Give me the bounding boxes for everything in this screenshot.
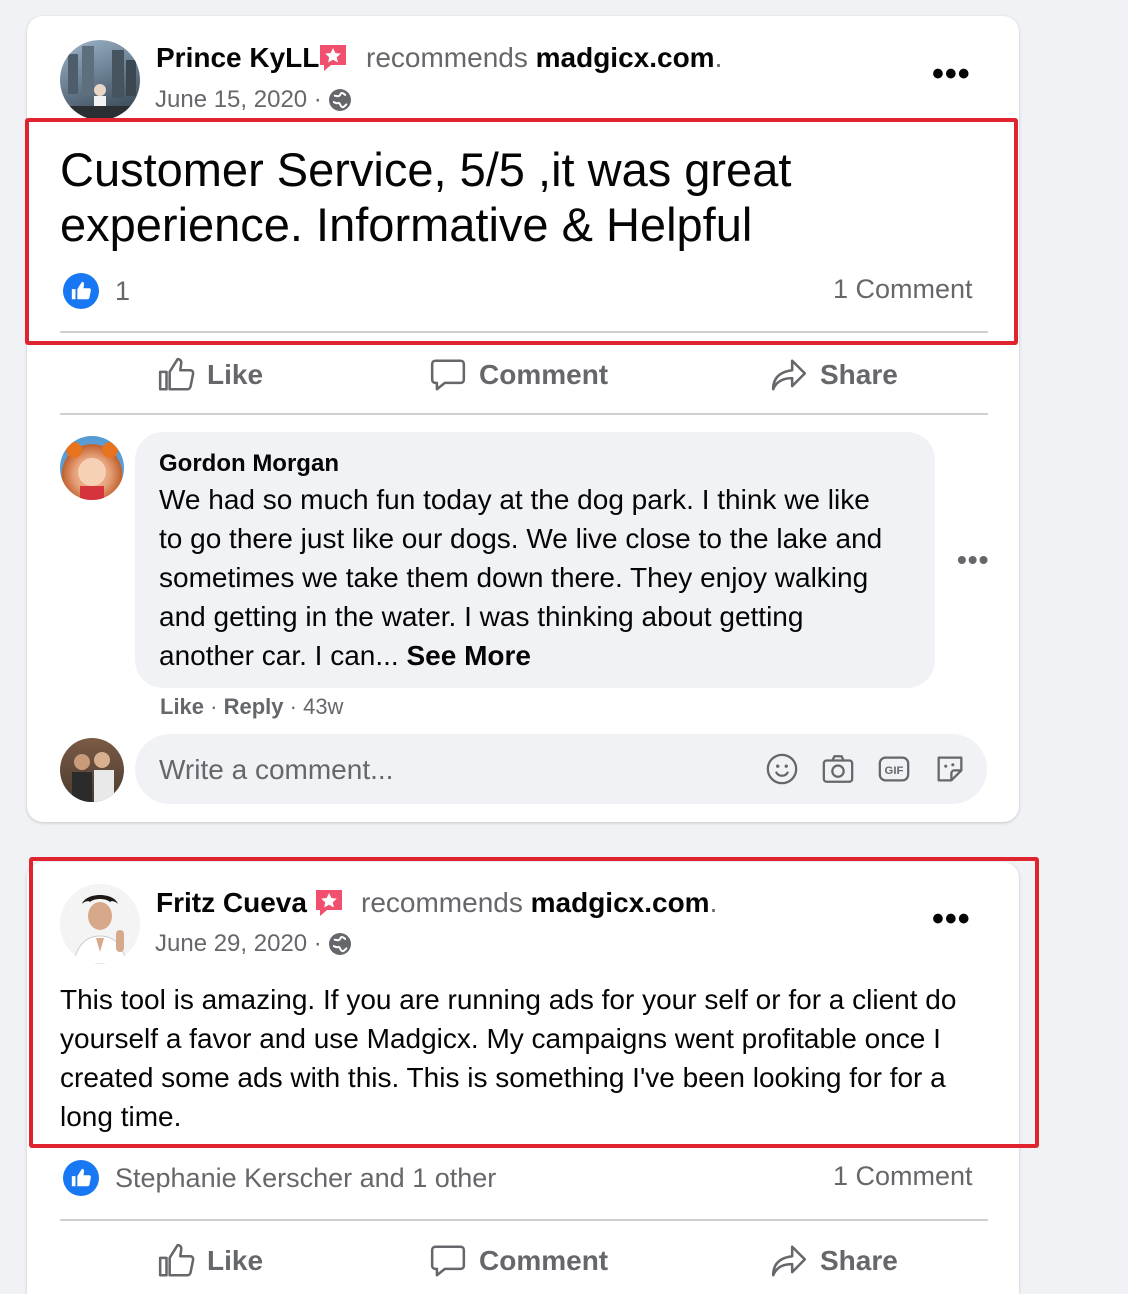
share-icon [771,359,807,391]
current-user-avatar[interactable] [60,738,124,802]
comment-like-link[interactable]: Like [160,694,204,719]
meta-separator: · [283,694,304,719]
sticker-icon[interactable] [933,752,967,786]
post-options-button[interactable]: ••• [932,57,971,91]
comment-input[interactable]: Write a comment... GIF [135,734,987,804]
author-name[interactable]: Prince KyLL [156,42,319,74]
recommend-badge-icon [317,42,349,74]
post-text: Customer Service, 5/5 ,it was great expe… [60,142,960,252]
thumbs-up-icon [158,1243,195,1277]
post-card: Prince KyLL recommends madgicx.com. June… [27,16,1019,822]
recommends-label: recommends [361,887,523,918]
post-date-text: June 15, 2020 · [155,86,322,113]
reaction-count: 1 [115,275,131,306]
recommended-site-link[interactable]: madgicx.com [531,887,710,918]
divider [60,331,988,333]
comment-icon [430,1245,466,1277]
comment-button[interactable]: Comment [429,356,608,394]
globe-icon [328,89,351,111]
author-avatar[interactable] [60,884,140,964]
comment-count-link[interactable]: 1 Comment [833,1161,973,1192]
author-name[interactable]: Fritz Cueva [156,887,307,919]
comment-author[interactable]: Gordon Morgan [159,450,339,478]
smiley-icon[interactable] [765,752,799,786]
comment-icon [430,359,466,391]
like-button[interactable]: Like [157,1242,263,1280]
post-text: This tool is amazing. If you are running… [60,984,957,1132]
post-text-line: Customer Service, 5/5 ,it was great [60,143,792,196]
post-card: Fritz Cueva recommends madgicx.com. June… [27,862,1019,1294]
comment-input-placeholder: Write a comment... [159,754,394,785]
share-button[interactable]: Share [770,356,898,394]
recommended-site-link[interactable]: madgicx.com [536,42,715,73]
like-label: Like [207,1245,264,1276]
svg-text:GIF: GIF [885,765,904,777]
reactors-text: Stephanie Kerscher and 1 other [115,1162,497,1193]
see-more-link[interactable]: See More [406,640,531,671]
globe-icon [328,933,351,955]
comment-reply-link[interactable]: Reply [224,694,284,719]
recommends-label: recommends [366,42,528,73]
post-text-line: experience. Informative & Helpful [60,198,753,251]
like-button[interactable]: Like [157,356,263,394]
thumbs-up-icon [63,273,99,309]
comment-time[interactable]: 43w [303,694,343,719]
commenter-avatar[interactable] [60,436,124,500]
recommend-badge-icon [313,887,345,919]
gif-icon[interactable]: GIF [877,752,911,786]
recommends-line: recommends madgicx.com. [366,42,722,74]
share-label: Share [820,1245,898,1276]
recommends-suffix: . [714,42,723,73]
author-avatar[interactable] [60,40,140,120]
comment-options-button[interactable]: ••• [957,546,989,574]
comment-label: Comment [479,1245,609,1276]
divider [60,413,988,415]
comment-meta: Like · Reply · 43w [160,694,343,720]
comment-count-link[interactable]: 1 Comment [833,274,973,305]
post-options-button[interactable]: ••• [932,902,971,936]
share-button[interactable]: Share [770,1242,898,1280]
camera-icon[interactable] [821,752,855,786]
meta-separator: · [204,694,224,719]
post-date[interactable]: June 15, 2020 · [155,86,352,114]
comment-button[interactable]: Comment [429,1242,608,1280]
thumbs-up-icon [158,357,195,391]
share-icon [771,1245,807,1277]
like-label: Like [207,359,264,390]
reaction-summary[interactable]: Stephanie Kerscher and 1 other [63,1160,496,1196]
recommends-line: recommends madgicx.com. [361,887,717,919]
thumbs-up-icon [63,1160,99,1196]
recommends-suffix: . [709,887,718,918]
comment-bubble: Gordon Morgan We had so much fun today a… [135,432,935,688]
comment-text: We had so much fun today at the dog park… [159,480,899,675]
post-date[interactable]: June 29, 2020 · [155,930,352,958]
share-label: Share [820,359,898,390]
comment-label: Comment [479,359,609,390]
divider [60,1219,988,1221]
post-date-text: June 29, 2020 · [155,930,322,957]
reaction-summary[interactable]: 1 [63,273,130,309]
